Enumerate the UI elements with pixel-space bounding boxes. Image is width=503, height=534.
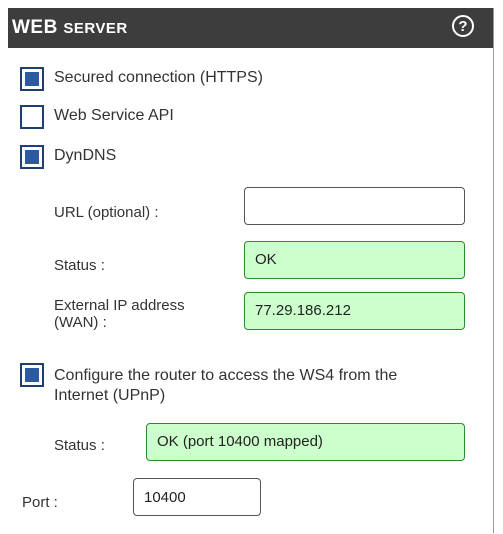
dyndns-checkbox[interactable] <box>20 145 44 169</box>
external-ip-value: 77.29.186.212 <box>244 292 465 330</box>
url-input[interactable] <box>244 187 465 225</box>
port-input[interactable] <box>133 478 261 516</box>
web-service-api-checkbox[interactable] <box>20 105 44 129</box>
dyndns-status-label: Status : <box>54 257 105 274</box>
upnp-status-value: OK (port 10400 mapped) <box>146 423 465 461</box>
upnp-checkbox[interactable] <box>20 363 44 387</box>
https-label: Secured connection (HTTPS) <box>54 69 263 86</box>
https-checkbox[interactable] <box>20 67 44 91</box>
url-label: URL (optional) : <box>54 204 159 221</box>
upnp-status-label: Status : <box>54 437 105 454</box>
panel-title: WEB SERVER <box>12 17 128 38</box>
upnp-label: Configure the router to access the WS4 f… <box>54 367 398 404</box>
port-label: Port : <box>22 494 58 511</box>
panel-header: WEB SERVER ? <box>8 8 493 48</box>
web-server-panel: WEB SERVER ? Secured connection (HTTPS) … <box>8 8 494 533</box>
dyndns-label: DynDNS <box>54 147 117 164</box>
dyndns-status-value: OK <box>244 241 465 279</box>
help-icon[interactable]: ? <box>452 15 474 37</box>
external-ip-label: External IP address (WAN) : <box>54 297 185 331</box>
web-service-api-label: Web Service API <box>54 107 174 124</box>
